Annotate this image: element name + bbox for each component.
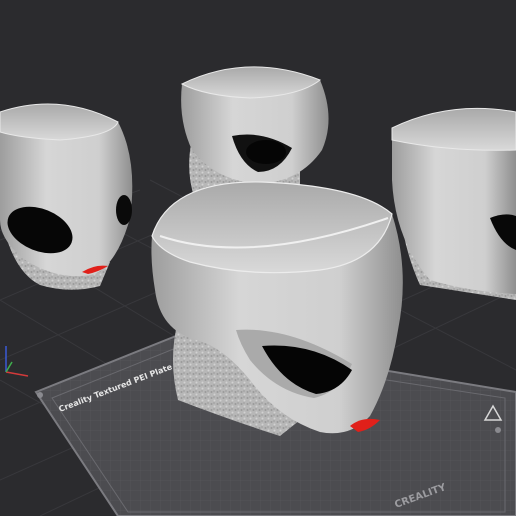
axis-gizmo: [5, 346, 29, 377]
3d-viewport[interactable]: Creality Textured PEI Plate CREALITY: [0, 0, 516, 516]
model-alien-left[interactable]: [0, 103, 133, 290]
y-axis-icon: [5, 361, 13, 373]
x-axis-icon: [5, 371, 29, 377]
alien-eye-right: [116, 195, 132, 225]
plate-corner-marker: [37, 392, 43, 398]
scene-canvas[interactable]: Creality Textured PEI Plate CREALITY: [0, 0, 516, 516]
plate-corner-marker: [495, 427, 501, 433]
model-alien-front[interactable]: [151, 181, 403, 436]
model-alien-right[interactable]: [391, 107, 516, 300]
